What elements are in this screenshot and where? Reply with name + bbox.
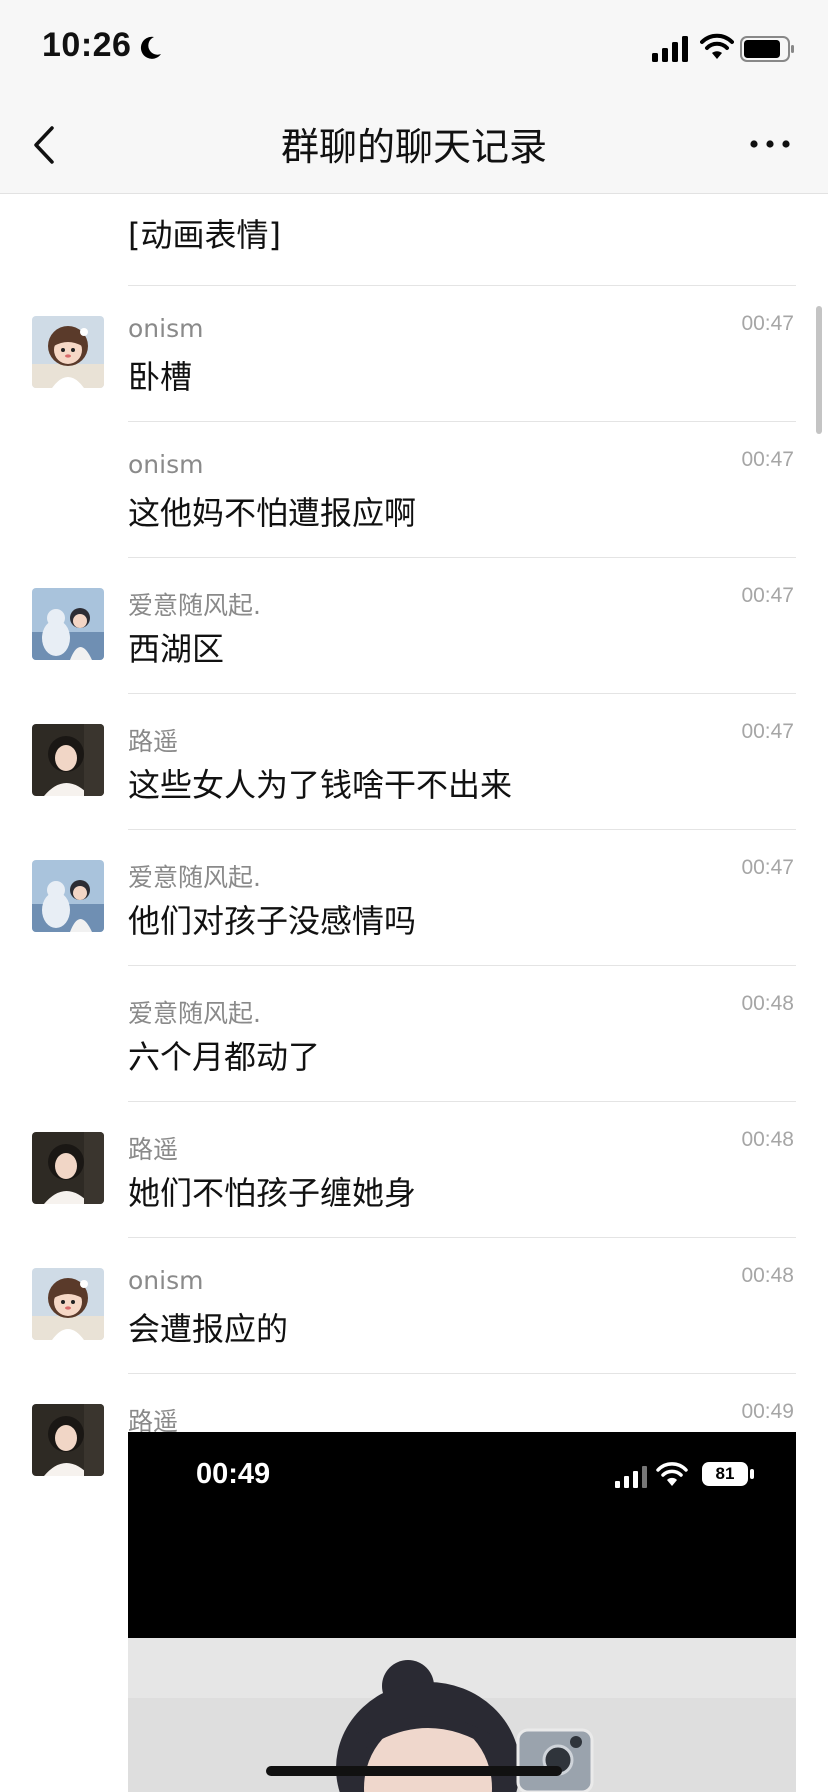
message-text: [动画表情] xyxy=(128,216,281,254)
avatar[interactable] xyxy=(32,724,104,796)
message-text: 西湖区 xyxy=(128,630,225,668)
message-text: 这他妈不怕遭报应啊 xyxy=(128,494,417,532)
list-item[interactable]: onism 00:47 这他妈不怕遭报应啊 xyxy=(0,422,828,558)
more-options-icon[interactable] xyxy=(748,136,792,152)
image-message[interactable]: 00:49 81 xyxy=(128,1432,796,1792)
status-time: 10:26 xyxy=(42,26,132,64)
list-item[interactable]: 路遥 00:48 她们不怕孩子缠她身 xyxy=(0,1102,828,1238)
message-time: 00:48 xyxy=(741,992,794,1015)
page-title: 群聊的聊天记录 xyxy=(280,125,547,169)
message-time: 00:47 xyxy=(741,584,794,607)
message-text: 卧槽 xyxy=(128,358,193,396)
list-item[interactable]: onism 00:47 卧槽 xyxy=(0,286,828,422)
avatar-illustration-image xyxy=(32,860,104,932)
list-item[interactable]: [动画表情] xyxy=(0,194,828,286)
avatar[interactable] xyxy=(32,1132,104,1204)
message-text: 六个月都动了 xyxy=(128,1038,321,1076)
sender-name: 爱意随风起. xyxy=(128,863,261,892)
list-item[interactable]: 路遥 00:47 这些女人为了钱啥干不出来 xyxy=(0,694,828,830)
screenshot-status-area: 00:49 81 xyxy=(128,1432,796,1638)
avatar-cartoon-girl-image xyxy=(32,316,104,388)
sender-name: onism xyxy=(128,1266,204,1295)
wifi-icon xyxy=(656,1462,688,1486)
message-time: 00:47 xyxy=(741,448,794,471)
avatar-photo-image xyxy=(32,1132,104,1204)
sender-name: 爱意随风起. xyxy=(128,999,261,1028)
list-item[interactable]: onism 00:48 会遭报应的 xyxy=(0,1238,828,1374)
screenshot-time: 00:49 xyxy=(196,1458,271,1490)
sender-name: onism xyxy=(128,314,204,343)
battery-icon xyxy=(740,36,794,62)
home-indicator[interactable] xyxy=(266,1766,562,1776)
message-text: 这些女人为了钱啥干不出来 xyxy=(128,766,513,804)
wifi-icon xyxy=(700,33,734,59)
avatar-photo-image xyxy=(32,724,104,796)
message-text: 她们不怕孩子缠她身 xyxy=(128,1174,417,1212)
sender-name: 爱意随风起. xyxy=(128,591,261,620)
chat-record-list[interactable]: [动画表情] onism 00:47 卧槽 onism 00:47 这他妈不怕遭… xyxy=(0,194,828,1792)
avatar-photo-image xyxy=(32,1404,104,1476)
moon-icon xyxy=(140,36,161,59)
message-time: 00:47 xyxy=(741,312,794,335)
avatar-illustration-image xyxy=(32,588,104,660)
avatar[interactable] xyxy=(32,588,104,660)
navigation-bar: 群聊的聊天记录 xyxy=(0,96,828,194)
list-item[interactable]: 爱意随风起. 00:47 他们对孩子没感情吗 xyxy=(0,830,828,966)
sender-name: onism xyxy=(128,450,204,479)
cellular-signal-icon xyxy=(652,36,688,62)
avatar[interactable] xyxy=(32,1404,104,1476)
message-time: 00:49 xyxy=(741,1400,794,1423)
list-item[interactable]: 爱意随风起. 00:48 六个月都动了 xyxy=(0,966,828,1102)
list-item[interactable]: 爱意随风起. 00:47 西湖区 xyxy=(0,558,828,694)
scrollbar[interactable] xyxy=(816,306,822,434)
message-text: 他们对孩子没感情吗 xyxy=(128,902,417,940)
screenshot-battery: 81 xyxy=(702,1462,748,1486)
avatar[interactable] xyxy=(32,860,104,932)
sender-name: 路遥 xyxy=(128,727,179,756)
message-text: 会遭报应的 xyxy=(128,1310,289,1348)
cellular-signal-icon xyxy=(615,1466,647,1488)
screen: 10:26 群聊的聊天记录 [动画表情] onism 00:47 卧槽 onis… xyxy=(0,0,828,1792)
message-time: 00:48 xyxy=(741,1264,794,1287)
avatar-cartoon-girl-image xyxy=(32,1268,104,1340)
avatar[interactable] xyxy=(32,1268,104,1340)
sender-name: 路遥 xyxy=(128,1135,179,1164)
status-bar: 10:26 xyxy=(0,0,828,96)
message-time: 00:48 xyxy=(741,1128,794,1151)
battery-nub xyxy=(750,1469,754,1479)
avatar[interactable] xyxy=(32,316,104,388)
message-time: 00:47 xyxy=(741,856,794,879)
message-time: 00:47 xyxy=(741,720,794,743)
